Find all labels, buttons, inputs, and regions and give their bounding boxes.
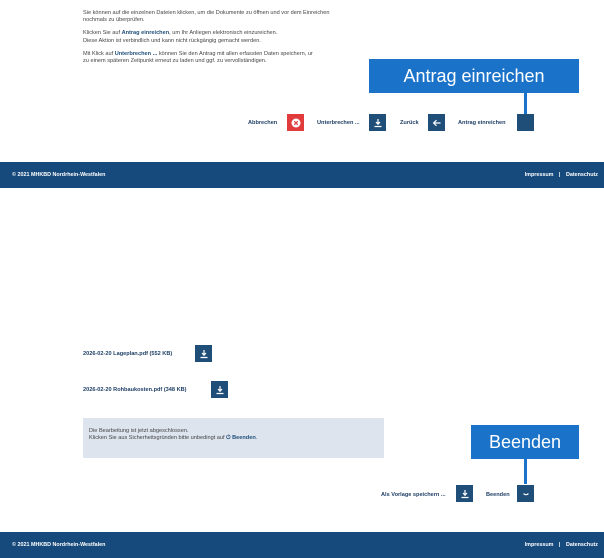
callout-pointer [524, 93, 527, 114]
zurueck-button[interactable] [428, 114, 445, 131]
download-icon [200, 349, 207, 358]
instruction-line: Mit Klick auf Unterbrechen ... können Si… [83, 50, 313, 57]
instruction-line: nochmals zu überprüfen. [83, 17, 145, 24]
callout-antrag-einreichen: Antrag einreichen [369, 59, 579, 93]
datenschutz-link[interactable]: Datenschutz [566, 172, 598, 178]
footer-links: Impressum | Datenschutz [525, 542, 604, 548]
send-icon [522, 122, 529, 123]
impressum-link[interactable]: Impressum [525, 542, 554, 548]
beenden-ref: Beenden [232, 435, 256, 442]
als-vorlage-label[interactable]: Als Vorlage speichern ... [381, 492, 446, 498]
notice-line: Klicken Sie aus Sicherheitsgründen bitte… [89, 435, 258, 442]
footer-links: Impressum | Datenschutz [525, 172, 604, 178]
footer: © 2021 MHKBD Nordrhein-Westfalen Impress… [0, 162, 604, 188]
completion-notice: Die Bearbeitung ist jetzt abgeschlossen.… [83, 418, 384, 458]
download-icon [461, 489, 468, 498]
callout-beenden: Beenden [471, 425, 579, 459]
antrag-einreichen-label[interactable]: Antrag einreichen [458, 120, 506, 126]
als-vorlage-button[interactable] [456, 485, 473, 502]
instruction-line: Diese Aktion ist verbindlich und kann ni… [83, 37, 261, 44]
antrag-einreichen-button[interactable] [517, 114, 534, 131]
instruction-line: Klicken Sie auf Antrag einreichen, um Ih… [83, 30, 278, 37]
unterbrechen-label[interactable]: Unterbrechen ... [317, 120, 360, 126]
abbrechen-label[interactable]: Abbrechen [248, 120, 277, 126]
beenden-button[interactable] [517, 485, 534, 502]
callout-pointer [524, 459, 527, 484]
footer: © 2021 MHKBD Nordrhein-Westfalen Impress… [0, 532, 604, 558]
antrag-einreichen-ref: Antrag einreichen [121, 30, 170, 37]
footer-separator: | [558, 542, 561, 548]
arrow-left-icon [432, 119, 440, 126]
instruction-line: zu einem späteren Zeitpunkt erneut zu la… [83, 58, 267, 65]
file-link[interactable]: 2026-02-20 Lageplan.pdf (552 KB) [83, 351, 172, 357]
unterbrechen-button[interactable] [369, 114, 386, 131]
close-circle-icon [291, 118, 300, 127]
abbrechen-button[interactable] [287, 114, 304, 131]
download-icon [216, 385, 223, 394]
datenschutz-link[interactable]: Datenschutz [566, 542, 598, 548]
beenden-label[interactable]: Beenden [486, 492, 510, 498]
instruction-line: Sie können auf die einzelnen Dateien kli… [83, 10, 330, 16]
download-icon [374, 118, 381, 127]
power-icon [522, 492, 529, 495]
download-file-button[interactable] [195, 345, 212, 362]
footer-copyright: © 2021 MHKBD Nordrhein-Westfalen [12, 542, 106, 548]
footer-separator: | [558, 172, 561, 178]
impressum-link[interactable]: Impressum [525, 172, 554, 178]
unterbrechen-ref: Unterbrechen ... [114, 50, 158, 57]
file-link[interactable]: 2026-02-20 Rohbaukosten.pdf (348 KB) [83, 387, 187, 393]
download-file-button[interactable] [211, 381, 228, 398]
footer-copyright: © 2021 MHKBD Nordrhein-Westfalen [12, 172, 106, 178]
instructions: Sie können auf die einzelnen Dateien kli… [83, 10, 383, 65]
zurueck-label[interactable]: Zurück [400, 120, 419, 126]
